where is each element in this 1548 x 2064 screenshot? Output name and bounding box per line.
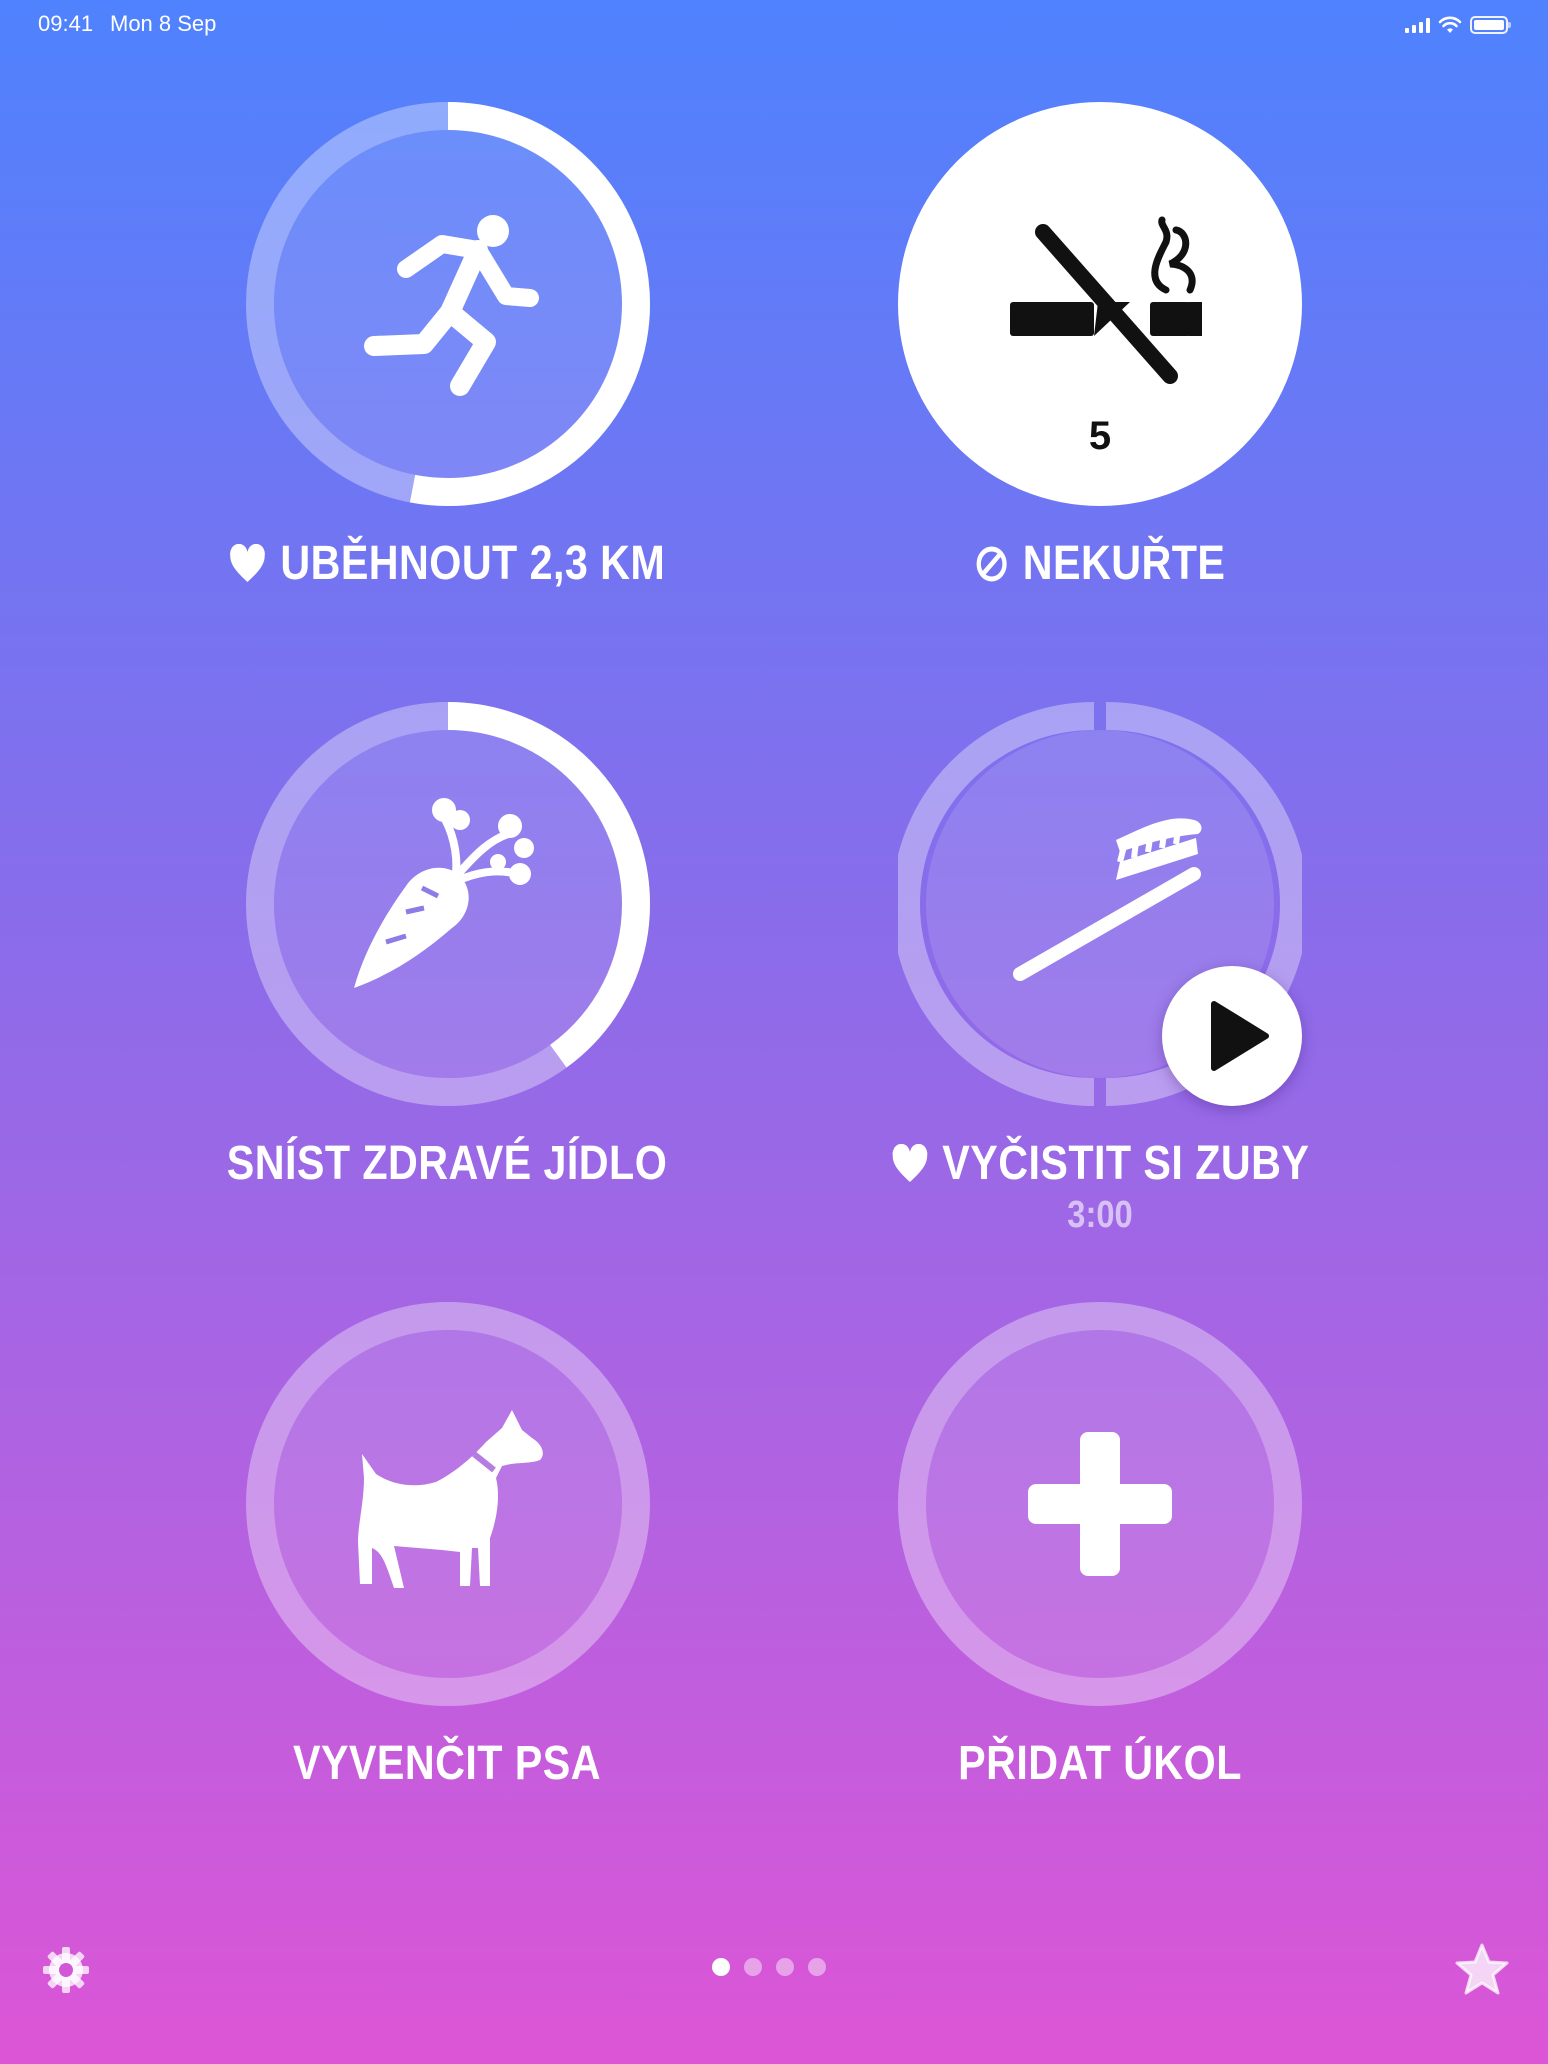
status-date: Mon 8 Sep xyxy=(110,11,217,36)
page-dot[interactable] xyxy=(712,1958,730,1976)
habit-no-smoking[interactable]: 5 xyxy=(898,102,1302,506)
habit-title: SNÍST ZDRAVÉ JÍDLO xyxy=(226,1137,668,1190)
running-person-icon xyxy=(364,215,539,396)
page-dot[interactable] xyxy=(808,1958,826,1976)
heart-icon xyxy=(892,1143,927,1182)
habit-no-smoking-label[interactable]: NEKUŘTE xyxy=(799,536,1401,591)
habit-walk-dog-label[interactable]: VYVENČIT PSA xyxy=(146,1736,748,1791)
status-icons xyxy=(1405,14,1511,36)
status-bar: 09:41 Mon 8 Sep xyxy=(0,0,1548,48)
gear-icon[interactable] xyxy=(40,1944,92,1996)
wifi-icon xyxy=(1438,16,1462,33)
cellular-signal-icon xyxy=(1405,17,1430,33)
habit-title: VYVENČIT PSA xyxy=(293,1737,601,1790)
play-timer-button[interactable] xyxy=(1162,966,1302,1106)
page-indicator[interactable] xyxy=(712,1958,826,1976)
habit-title: NEKUŘTE xyxy=(1022,537,1226,590)
habit-run[interactable] xyxy=(246,102,650,506)
carrot-icon xyxy=(354,798,534,988)
star-icon[interactable] xyxy=(1454,1942,1510,1998)
status-time: 09:41 xyxy=(38,11,94,36)
habit-healthy-food[interactable] xyxy=(246,702,650,1106)
page-dot[interactable] xyxy=(744,1958,762,1976)
habit-run-label[interactable]: UBĚHNOUT 2,3 KM xyxy=(146,536,748,591)
habit-brush-teeth-label[interactable]: VYČISTIT SI ZUBY xyxy=(799,1136,1401,1191)
play-icon xyxy=(1211,1001,1269,1071)
add-task-title: PŘIDAT ÚKOL xyxy=(958,1737,1242,1790)
dog-icon xyxy=(358,1410,543,1588)
heart-icon xyxy=(230,543,266,582)
add-task-button[interactable] xyxy=(898,1302,1302,1706)
add-task-label[interactable]: PŘIDAT ÚKOL xyxy=(799,1736,1401,1791)
habit-title: UBĚHNOUT 2,3 KM xyxy=(280,537,666,590)
prohibited-icon xyxy=(976,546,1007,581)
habit-title: VYČISTIT SI ZUBY xyxy=(942,1137,1310,1190)
habit-healthy-food-label[interactable]: SNÍST ZDRAVÉ JÍDLO xyxy=(146,1136,748,1191)
habit-count: 5 xyxy=(1088,414,1112,458)
plus-icon xyxy=(1028,1432,1172,1576)
habit-walk-dog[interactable] xyxy=(246,1302,650,1706)
page-dot[interactable] xyxy=(776,1958,794,1976)
battery-icon xyxy=(1470,16,1511,34)
habit-timer: 3:00 xyxy=(1067,1194,1133,1236)
